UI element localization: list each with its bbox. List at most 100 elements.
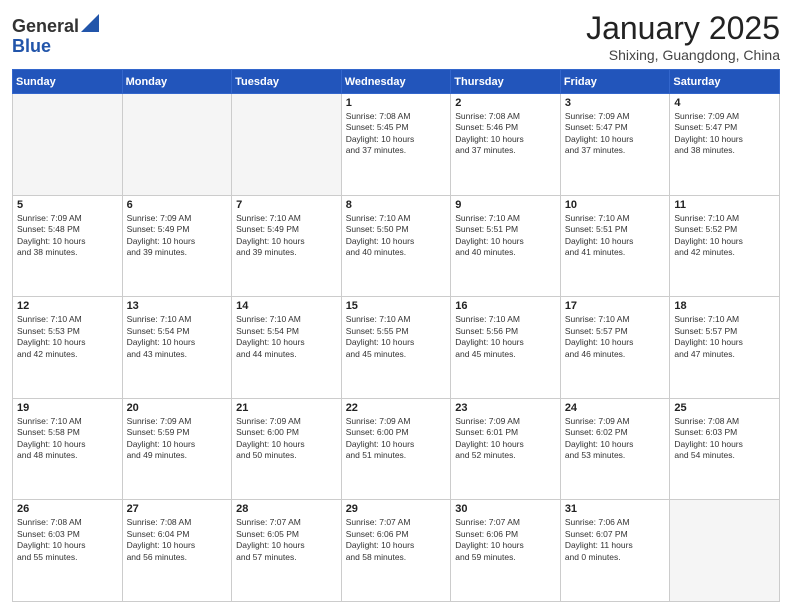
day-info: Sunrise: 7:09 AM Sunset: 5:47 PM Dayligh… xyxy=(565,111,666,157)
day-info: Sunrise: 7:07 AM Sunset: 6:05 PM Dayligh… xyxy=(236,517,337,563)
calendar-day-header: Tuesday xyxy=(232,70,342,94)
day-info: Sunrise: 7:09 AM Sunset: 5:48 PM Dayligh… xyxy=(17,213,118,259)
day-number: 9 xyxy=(455,199,556,211)
location-subtitle: Shixing, Guangdong, China xyxy=(586,47,780,63)
day-info: Sunrise: 7:08 AM Sunset: 5:45 PM Dayligh… xyxy=(346,111,447,157)
calendar-week-row: 26 Sunrise: 7:08 AM Sunset: 6:03 PM Dayli… xyxy=(13,500,780,602)
day-info: Sunrise: 7:10 AM Sunset: 5:55 PM Dayligh… xyxy=(346,314,447,360)
calendar-cell: 28 Sunrise: 7:07 AM Sunset: 6:05 PM Dayli… xyxy=(232,500,342,602)
day-number: 4 xyxy=(674,97,775,109)
day-number: 6 xyxy=(127,199,228,211)
calendar-cell xyxy=(122,94,232,196)
day-info: Sunrise: 7:10 AM Sunset: 5:58 PM Dayligh… xyxy=(17,416,118,462)
day-number: 19 xyxy=(17,402,118,414)
day-info: Sunrise: 7:10 AM Sunset: 5:51 PM Dayligh… xyxy=(565,213,666,259)
day-number: 24 xyxy=(565,402,666,414)
calendar-cell: 30 Sunrise: 7:07 AM Sunset: 6:06 PM Dayli… xyxy=(451,500,561,602)
day-number: 13 xyxy=(127,300,228,312)
day-info: Sunrise: 7:08 AM Sunset: 5:46 PM Dayligh… xyxy=(455,111,556,157)
logo-general: General xyxy=(12,16,79,36)
calendar-cell: 9Sunrise: 7:10 AM Sunset: 5:51 PM Daylig… xyxy=(451,195,561,297)
calendar-week-row: 12 Sunrise: 7:10 AM Sunset: 5:53 PM Dayli… xyxy=(13,297,780,399)
day-number: 25 xyxy=(674,402,775,414)
calendar-day-header: Friday xyxy=(560,70,670,94)
day-info: Sunrise: 7:07 AM Sunset: 6:06 PM Dayligh… xyxy=(346,517,447,563)
calendar-cell xyxy=(232,94,342,196)
calendar-cell xyxy=(13,94,123,196)
calendar-day-header: Monday xyxy=(122,70,232,94)
logo-blue: Blue xyxy=(12,36,51,56)
calendar-cell: 1 Sunrise: 7:08 AM Sunset: 5:45 PM Daylig… xyxy=(341,94,451,196)
day-number: 2 xyxy=(455,97,556,109)
calendar-cell: 7 Sunrise: 7:10 AM Sunset: 5:49 PM Daylig… xyxy=(232,195,342,297)
logo-blue-text: Blue xyxy=(12,37,99,57)
day-info: Sunrise: 7:09 AM Sunset: 6:00 PM Dayligh… xyxy=(346,416,447,462)
day-number: 17 xyxy=(565,300,666,312)
day-info: Sunrise: 7:07 AM Sunset: 6:06 PM Dayligh… xyxy=(455,517,556,563)
day-number: 31 xyxy=(565,503,666,515)
calendar-day-header: Sunday xyxy=(13,70,123,94)
calendar-cell: 14 Sunrise: 7:10 AM Sunset: 5:54 PM Dayli… xyxy=(232,297,342,399)
day-info: Sunrise: 7:10 AM Sunset: 5:57 PM Dayligh… xyxy=(565,314,666,360)
day-info: Sunrise: 7:10 AM Sunset: 5:49 PM Dayligh… xyxy=(236,213,337,259)
day-number: 27 xyxy=(127,503,228,515)
calendar-header-row: SundayMondayTuesdayWednesdayThursdayFrid… xyxy=(13,70,780,94)
day-number: 15 xyxy=(346,300,447,312)
title-block: January 2025 Shixing, Guangdong, China xyxy=(586,10,780,63)
day-number: 11 xyxy=(674,199,775,211)
calendar-cell: 22Sunrise: 7:09 AM Sunset: 6:00 PM Dayli… xyxy=(341,398,451,500)
calendar-week-row: 5Sunrise: 7:09 AM Sunset: 5:48 PM Daylig… xyxy=(13,195,780,297)
day-number: 16 xyxy=(455,300,556,312)
day-info: Sunrise: 7:10 AM Sunset: 5:54 PM Dayligh… xyxy=(236,314,337,360)
day-info: Sunrise: 7:10 AM Sunset: 5:54 PM Dayligh… xyxy=(127,314,228,360)
day-info: Sunrise: 7:08 AM Sunset: 6:03 PM Dayligh… xyxy=(17,517,118,563)
day-number: 18 xyxy=(674,300,775,312)
logo-text: General xyxy=(12,14,99,37)
day-info: Sunrise: 7:09 AM Sunset: 5:47 PM Dayligh… xyxy=(674,111,775,157)
day-number: 1 xyxy=(346,97,447,109)
day-info: Sunrise: 7:06 AM Sunset: 6:07 PM Dayligh… xyxy=(565,517,666,563)
day-number: 21 xyxy=(236,402,337,414)
calendar-day-header: Thursday xyxy=(451,70,561,94)
day-number: 26 xyxy=(17,503,118,515)
logo-triangle-icon xyxy=(81,14,99,32)
calendar-cell: 29 Sunrise: 7:07 AM Sunset: 6:06 PM Dayli… xyxy=(341,500,451,602)
day-info: Sunrise: 7:08 AM Sunset: 6:04 PM Dayligh… xyxy=(127,517,228,563)
day-info: Sunrise: 7:10 AM Sunset: 5:56 PM Dayligh… xyxy=(455,314,556,360)
day-info: Sunrise: 7:08 AM Sunset: 6:03 PM Dayligh… xyxy=(674,416,775,462)
header: General Blue January 2025 Shixing, Guang… xyxy=(12,10,780,63)
calendar-cell: 23 Sunrise: 7:09 AM Sunset: 6:01 PM Dayli… xyxy=(451,398,561,500)
day-number: 29 xyxy=(346,503,447,515)
calendar-cell: 27 Sunrise: 7:08 AM Sunset: 6:04 PM Dayli… xyxy=(122,500,232,602)
day-info: Sunrise: 7:09 AM Sunset: 5:49 PM Dayligh… xyxy=(127,213,228,259)
day-info: Sunrise: 7:10 AM Sunset: 5:57 PM Dayligh… xyxy=(674,314,775,360)
day-info: Sunrise: 7:10 AM Sunset: 5:53 PM Dayligh… xyxy=(17,314,118,360)
day-number: 8 xyxy=(346,199,447,211)
day-info: Sunrise: 7:09 AM Sunset: 5:59 PM Dayligh… xyxy=(127,416,228,462)
day-number: 23 xyxy=(455,402,556,414)
calendar-cell: 11Sunrise: 7:10 AM Sunset: 5:52 PM Dayli… xyxy=(670,195,780,297)
calendar-cell: 15 Sunrise: 7:10 AM Sunset: 5:55 PM Dayli… xyxy=(341,297,451,399)
day-info: Sunrise: 7:09 AM Sunset: 6:01 PM Dayligh… xyxy=(455,416,556,462)
calendar-cell: 13 Sunrise: 7:10 AM Sunset: 5:54 PM Dayli… xyxy=(122,297,232,399)
day-number: 14 xyxy=(236,300,337,312)
calendar-table: SundayMondayTuesdayWednesdayThursdayFrid… xyxy=(12,69,780,602)
calendar-cell: 12 Sunrise: 7:10 AM Sunset: 5:53 PM Dayli… xyxy=(13,297,123,399)
calendar-cell: 25 Sunrise: 7:08 AM Sunset: 6:03 PM Dayli… xyxy=(670,398,780,500)
calendar-cell: 19 Sunrise: 7:10 AM Sunset: 5:58 PM Dayli… xyxy=(13,398,123,500)
day-info: Sunrise: 7:10 AM Sunset: 5:50 PM Dayligh… xyxy=(346,213,447,259)
calendar-cell: 10Sunrise: 7:10 AM Sunset: 5:51 PM Dayli… xyxy=(560,195,670,297)
calendar-cell: 18 Sunrise: 7:10 AM Sunset: 5:57 PM Dayli… xyxy=(670,297,780,399)
day-number: 12 xyxy=(17,300,118,312)
calendar-week-row: 1 Sunrise: 7:08 AM Sunset: 5:45 PM Daylig… xyxy=(13,94,780,196)
calendar-day-header: Wednesday xyxy=(341,70,451,94)
day-number: 20 xyxy=(127,402,228,414)
logo: General Blue xyxy=(12,14,99,57)
calendar-cell: 26 Sunrise: 7:08 AM Sunset: 6:03 PM Dayli… xyxy=(13,500,123,602)
day-number: 28 xyxy=(236,503,337,515)
day-number: 7 xyxy=(236,199,337,211)
calendar-cell: 4 Sunrise: 7:09 AM Sunset: 5:47 PM Daylig… xyxy=(670,94,780,196)
calendar-cell: 16 Sunrise: 7:10 AM Sunset: 5:56 PM Dayli… xyxy=(451,297,561,399)
month-title: January 2025 xyxy=(586,10,780,47)
day-number: 30 xyxy=(455,503,556,515)
